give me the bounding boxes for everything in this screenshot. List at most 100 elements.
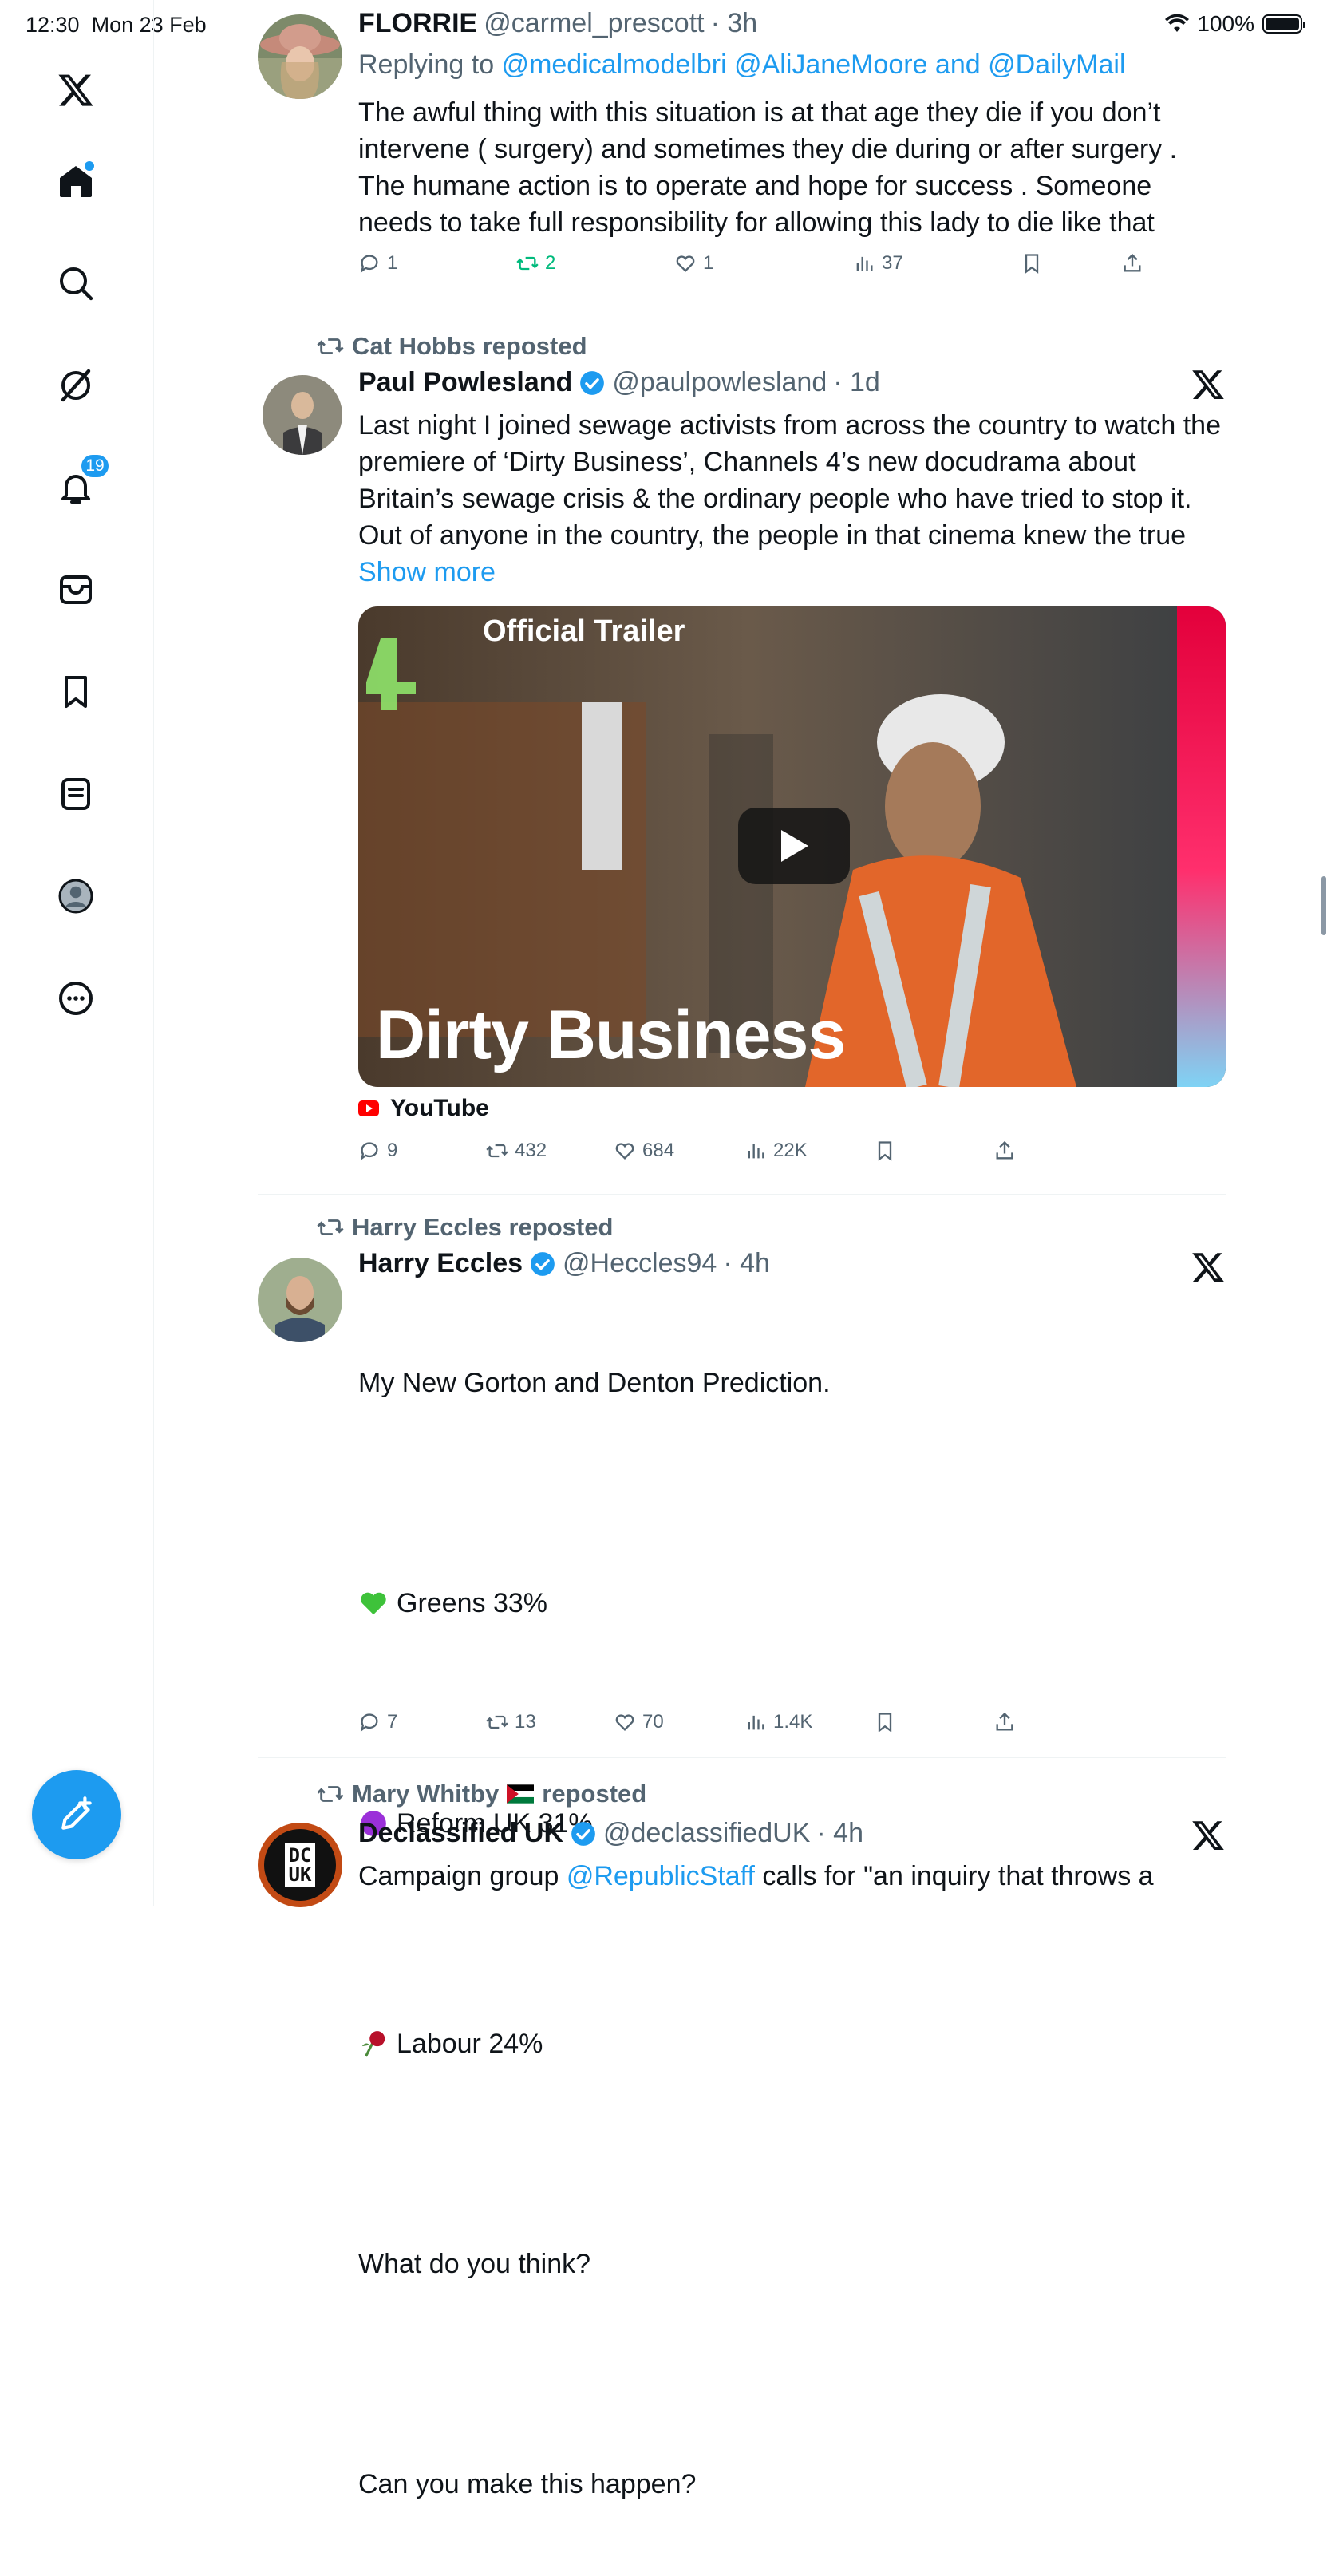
lists-icon[interactable]: [53, 771, 99, 817]
avatar-logo-text: DC UK: [284, 1843, 316, 1887]
messages-icon[interactable]: [53, 567, 99, 613]
scrollbar-thumb[interactable]: [1321, 876, 1326, 935]
tweet-text: Campaign group @RepublicStaff calls for …: [358, 1861, 1154, 1891]
repost-button[interactable]: 2: [516, 252, 555, 275]
play-button[interactable]: [738, 808, 850, 884]
x-logo-icon[interactable]: [53, 67, 99, 113]
video-badge: Official Trailer: [483, 614, 685, 648]
like-button[interactable]: 1: [674, 252, 713, 275]
display-name[interactable]: Declassified UK: [358, 1818, 563, 1849]
notifications-icon[interactable]: 19: [53, 453, 110, 511]
compose-button[interactable]: [32, 1770, 121, 1859]
handle[interactable]: @Heccles94: [563, 1248, 717, 1279]
timestamp[interactable]: · 4h: [723, 1248, 770, 1279]
views-button[interactable]: 22K: [744, 1140, 808, 1162]
tweet-line: Can you make this happen?: [358, 2469, 697, 2499]
avatar[interactable]: [258, 14, 342, 99]
handle[interactable]: @carmel_prescott: [484, 8, 704, 39]
tweet-line: What do you think?: [358, 2249, 591, 2279]
views-icon: [748, 1144, 764, 1159]
avatar[interactable]: DC UK: [258, 1823, 342, 1907]
mention-link[interactable]: @RepublicStaff: [567, 1861, 755, 1891]
green-heart-icon: [361, 1592, 386, 1615]
repost-context[interactable]: Harry Eccles reposted: [317, 1213, 613, 1242]
show-more-link[interactable]: Show more: [358, 557, 496, 587]
timestamp[interactable]: · 3h: [711, 8, 758, 39]
grok-x-icon[interactable]: [1191, 1818, 1226, 1853]
more-icon[interactable]: [53, 975, 99, 1021]
prediction-greens: Greens 33%: [358, 1585, 1228, 1622]
tweet-text: The awful thing with this situation is a…: [358, 97, 1184, 238]
replying-to: Replying to @medicalmodelbri @AliJaneMoo…: [358, 49, 1126, 80]
like-button[interactable]: 70: [614, 1711, 664, 1733]
compose-quill-icon: [61, 1796, 92, 1830]
tweet-divider: [258, 1194, 1226, 1195]
avatar-logo: DC UK: [264, 1829, 336, 1901]
handle[interactable]: @paulpowlesland: [612, 367, 827, 398]
tweet-line: My New Gorton and Denton Prediction.: [358, 1368, 831, 1398]
grok-x-icon[interactable]: [1191, 1250, 1226, 1285]
grok-icon[interactable]: [53, 362, 99, 409]
tweet-divider: [258, 1757, 1226, 1758]
battery-percent: 100%: [1197, 11, 1254, 36]
home-icon[interactable]: [53, 158, 99, 204]
avatar[interactable]: [263, 375, 342, 455]
repost-icon: [317, 338, 344, 354]
palestine-flag-icon: [507, 1784, 535, 1804]
handle[interactable]: @declassifiedUK: [603, 1818, 810, 1849]
bookmark-button[interactable]: [1021, 252, 1043, 275]
like-button[interactable]: 684: [614, 1140, 674, 1162]
battery-icon: [1262, 14, 1305, 34]
verified-badge-icon: [571, 1821, 595, 1846]
wilted-rose-icon: [361, 2031, 385, 2057]
repost-icon: [486, 1715, 508, 1729]
reply-icon: [360, 1142, 378, 1161]
timestamp[interactable]: · 1d: [833, 367, 880, 398]
bookmark-icon[interactable]: [53, 669, 99, 715]
avatar[interactable]: [258, 1258, 342, 1342]
repost-button[interactable]: 13: [486, 1711, 536, 1733]
share-button[interactable]: [993, 1711, 1016, 1733]
repost-context[interactable]: Mary Whitby reposted: [317, 1780, 646, 1808]
repost-icon: [317, 1219, 344, 1235]
views-button[interactable]: 1.4K: [744, 1711, 812, 1733]
profile-avatar-icon[interactable]: [53, 873, 99, 919]
video-card[interactable]: Official Trailer Dirty Business: [358, 606, 1226, 1087]
heart-icon: [615, 1143, 634, 1160]
timestamp[interactable]: · 4h: [816, 1818, 863, 1849]
bookmark-icon: [878, 1713, 892, 1732]
share-icon: [1124, 253, 1141, 272]
display-name[interactable]: FLORRIE: [358, 8, 477, 39]
bookmark-button[interactable]: [874, 1140, 896, 1162]
bookmark-icon: [1025, 254, 1039, 274]
replying-to-link[interactable]: @medicalmodelbri @AliJaneMoore and @Dail…: [502, 49, 1126, 80]
media-source[interactable]: YouTube: [358, 1095, 489, 1122]
display-name[interactable]: Harry Eccles: [358, 1248, 523, 1279]
reply-button[interactable]: 7: [358, 1711, 397, 1733]
reply-button[interactable]: 9: [358, 1140, 397, 1162]
video-title: Dirty Business: [376, 997, 846, 1073]
heart-icon: [676, 255, 695, 272]
share-button[interactable]: [1121, 252, 1143, 275]
reply-button[interactable]: 1: [358, 252, 397, 275]
repost-context[interactable]: Cat Hobbs reposted: [317, 332, 587, 361]
play-icon: [781, 830, 808, 862]
share-icon: [996, 1712, 1013, 1731]
tweet-header: Paul Powlesland @paulpowlesland · 1d: [358, 367, 880, 398]
repost-icon: [516, 256, 539, 271]
bookmark-button[interactable]: [874, 1711, 896, 1733]
tweet-actions: 1 2 1 37: [358, 252, 1141, 284]
heart-icon: [615, 1714, 634, 1731]
repost-icon: [486, 1144, 508, 1158]
search-icon[interactable]: [53, 260, 99, 306]
tweet-actions: 7 13 70 1.4K: [358, 1711, 1124, 1743]
views-button[interactable]: 37: [853, 252, 903, 275]
repost-button[interactable]: 432: [486, 1140, 547, 1162]
views-icon: [856, 256, 873, 271]
share-button[interactable]: [993, 1140, 1016, 1162]
bookmark-icon: [878, 1141, 892, 1161]
views-icon: [748, 1715, 764, 1730]
reply-icon: [360, 1713, 378, 1732]
display-name[interactable]: Paul Powlesland: [358, 367, 572, 398]
grok-x-icon[interactable]: [1191, 367, 1226, 402]
